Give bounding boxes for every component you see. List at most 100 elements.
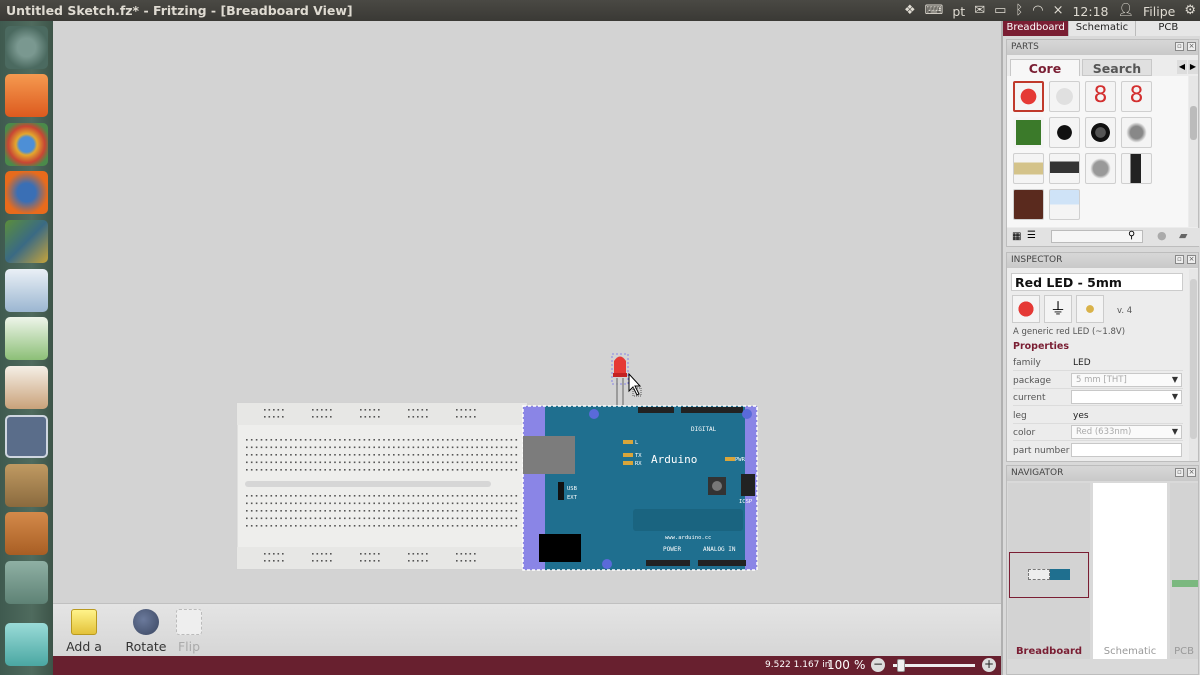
- tab-scroll-right-icon[interactable]: ▶: [1188, 60, 1198, 74]
- breadboard-hole: [383, 525, 385, 527]
- firefox-icon[interactable]: [5, 171, 48, 214]
- close-button[interactable]: ×: [1187, 255, 1196, 264]
- keyboard-icon[interactable]: ⌨: [925, 3, 944, 19]
- clock[interactable]: 12:18: [1072, 4, 1108, 19]
- folder-icon[interactable]: ▰: [1179, 229, 1187, 242]
- zoom-value[interactable]: 100: [827, 658, 850, 672]
- breadboard-hole: [255, 525, 258, 527]
- mail-icon[interactable]: ✉: [974, 3, 985, 19]
- tab-breadboard[interactable]: Breadboard: [1003, 21, 1070, 36]
- chromium-icon[interactable]: [5, 123, 48, 166]
- breadboard-hole: [466, 510, 469, 512]
- part-battery[interactable]: [1121, 153, 1152, 184]
- arduino-board[interactable]: Arduino DIGITAL POWER ANALOG IN www.ardu…: [522, 405, 758, 571]
- zoom-slider[interactable]: [893, 664, 975, 667]
- part-number-input[interactable]: [1071, 443, 1182, 457]
- color-dropdown[interactable]: Red (633nm) ▼: [1071, 425, 1182, 439]
- app-icon[interactable]: [5, 220, 48, 263]
- breadboard-canvas[interactable]: Arduino DIGITAL POWER ANALOG IN www.ardu…: [53, 21, 1001, 603]
- breadboard-hole: [495, 525, 498, 527]
- breadboard-hole: [417, 517, 420, 520]
- impress-icon[interactable]: [5, 366, 48, 409]
- parts-scroll-thumb[interactable]: [1190, 106, 1197, 140]
- tab-search[interactable]: Search: [1082, 59, 1152, 76]
- float-button[interactable]: ▫: [1175, 255, 1184, 264]
- gear-icon[interactable]: ⚙: [1184, 3, 1196, 19]
- files-icon[interactable]: [5, 74, 48, 117]
- battery-icon[interactable]: ▭: [994, 3, 1006, 19]
- part-piezo[interactable]: [1121, 117, 1152, 148]
- navigator-schematic[interactable]: Schematic: [1093, 483, 1167, 659]
- part-lcd-display[interactable]: [1013, 117, 1044, 148]
- tab-schematic[interactable]: Schematic: [1069, 21, 1136, 36]
- breadboard-hole: [397, 446, 400, 449]
- part-speaker[interactable]: [1085, 117, 1116, 148]
- parts-scrollbar[interactable]: [1189, 76, 1198, 227]
- part-servo[interactable]: [1049, 153, 1080, 184]
- breadboard-hole: [265, 461, 268, 464]
- breadboard-hole: [407, 525, 410, 527]
- tab-scroll-left-icon[interactable]: ◀: [1177, 60, 1187, 74]
- icon-view-icon[interactable]: ▦: [1012, 231, 1021, 242]
- part-stepper-motor[interactable]: [1085, 153, 1116, 184]
- writer-icon[interactable]: [5, 269, 48, 312]
- navigator-pcb[interactable]: PCB: [1170, 483, 1198, 659]
- breadboard-hole: [378, 439, 380, 441]
- part-lamp[interactable]: [1049, 189, 1080, 220]
- list-view-icon[interactable]: ☰: [1027, 230, 1036, 241]
- breadboard-hole: [275, 517, 277, 520]
- part-dc-motor[interactable]: [1013, 153, 1044, 184]
- part-16-segment-display[interactable]: 8: [1121, 81, 1152, 112]
- part-red-led[interactable]: [1013, 81, 1044, 112]
- dash-home-icon[interactable]: [5, 26, 48, 69]
- flip-button[interactable]: Flip: [175, 606, 203, 654]
- float-button[interactable]: ▫: [1175, 468, 1184, 477]
- inspector-panel: INSPECTOR ▫ × Red LED - 5mm ⏚ v. 4 A gen…: [1006, 252, 1199, 462]
- breadboard-hole: [329, 461, 331, 464]
- part-title[interactable]: Red LED - 5mm: [1011, 273, 1183, 291]
- breadboard[interactable]: [236, 402, 528, 570]
- dropdown-value: Red (633nm): [1076, 427, 1132, 437]
- zoom-in-button[interactable]: +: [982, 658, 996, 672]
- settings-icon[interactable]: [5, 561, 48, 604]
- rotate-button[interactable]: Rotate: [123, 606, 169, 654]
- zoom-slider-handle[interactable]: [897, 659, 905, 672]
- breadboard-hole: [265, 439, 268, 441]
- user-name[interactable]: Filipe: [1143, 4, 1175, 19]
- part-peltier[interactable]: [1013, 189, 1044, 220]
- fritzing-icon[interactable]: [5, 415, 48, 458]
- navigator-breadboard[interactable]: Breadboard: [1008, 483, 1090, 659]
- breadboard-hole: [451, 510, 454, 512]
- current-dropdown[interactable]: ▼: [1071, 390, 1182, 404]
- bluetooth-icon[interactable]: ᛒ: [1015, 3, 1023, 19]
- breadboard-hole: [481, 510, 483, 512]
- breadboard-hole: [461, 446, 464, 449]
- bin-settings-icon[interactable]: ●: [1157, 229, 1167, 242]
- wifi-icon[interactable]: ◠: [1032, 3, 1043, 19]
- search-icon[interactable]: ⚲: [1128, 230, 1135, 241]
- part-white-led[interactable]: [1049, 81, 1080, 112]
- close-button[interactable]: ×: [1187, 468, 1196, 477]
- property-label: package: [1013, 376, 1051, 386]
- inspector-scrollbar[interactable]: [1189, 269, 1198, 461]
- zoom-out-button[interactable]: −: [871, 658, 885, 672]
- package-dropdown[interactable]: 5 mm [THT] ▼: [1071, 373, 1182, 387]
- user-icon[interactable]: 👤︎: [1118, 3, 1135, 19]
- tab-pcb[interactable]: PCB: [1135, 21, 1200, 36]
- close-button[interactable]: ×: [1187, 42, 1196, 51]
- dropbox-icon[interactable]: ❖: [904, 3, 916, 19]
- inspector-scroll-thumb[interactable]: [1190, 279, 1197, 439]
- part-7-segment-display[interactable]: 8: [1085, 81, 1116, 112]
- trash-icon[interactable]: [5, 623, 48, 666]
- tab-core[interactable]: Core: [1010, 59, 1080, 76]
- calc-icon[interactable]: [5, 317, 48, 360]
- red-led[interactable]: [611, 353, 629, 405]
- part-buzzer[interactable]: [1049, 117, 1080, 148]
- ubuntu-one-icon[interactable]: [5, 512, 48, 555]
- breadboard-hole: [456, 553, 458, 555]
- float-button[interactable]: ▫: [1175, 42, 1184, 51]
- volume-mute-icon[interactable]: ×: [1053, 3, 1064, 19]
- keyboard-layout[interactable]: pt: [952, 4, 965, 19]
- software-center-icon[interactable]: [5, 464, 48, 507]
- breadboard-hole: [358, 525, 361, 527]
